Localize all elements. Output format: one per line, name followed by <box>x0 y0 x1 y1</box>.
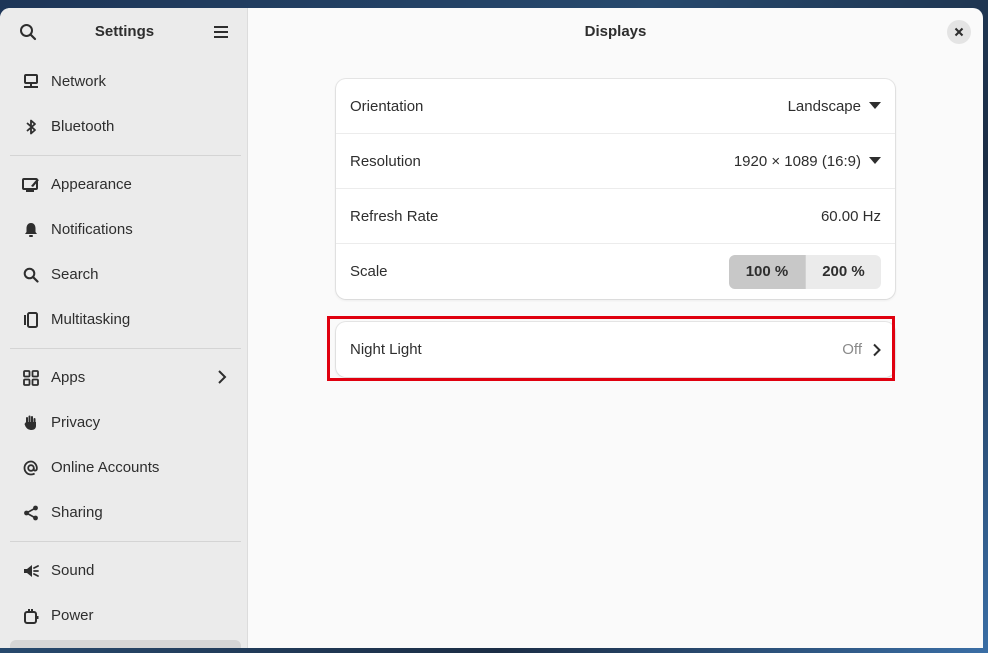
sidebar-item-multitasking[interactable]: Multitasking <box>0 297 247 342</box>
sidebar-item-online-accounts[interactable]: Online Accounts <box>0 445 247 490</box>
sidebar-item-label: Search <box>51 266 99 283</box>
multitasking-icon <box>22 311 40 329</box>
sidebar-item-power[interactable]: Power <box>0 593 247 638</box>
sidebar-separator <box>10 541 241 542</box>
dropdown-arrow-icon <box>869 102 881 109</box>
scale-row: Scale 100 % 200 % <box>336 244 895 299</box>
close-icon <box>954 27 964 37</box>
search-button[interactable] <box>16 20 40 44</box>
sidebar-item-search[interactable]: Search <box>0 252 247 297</box>
network-icon <box>22 73 40 91</box>
sidebar-item-label: Sound <box>51 562 95 579</box>
night-light-status: Off <box>842 341 881 358</box>
at-sign-icon <box>22 459 40 477</box>
search-icon <box>22 266 40 284</box>
settings-window: Settings Network Bluetooth Appearance No… <box>0 8 983 648</box>
sidebar-separator <box>10 155 241 156</box>
sidebar-item-bluetooth[interactable]: Bluetooth <box>0 104 247 149</box>
sidebar-item-apps[interactable]: Apps <box>0 355 247 400</box>
night-light-label: Night Light <box>350 341 422 358</box>
chevron-right-icon <box>217 369 227 389</box>
apps-grid-icon <box>22 369 40 387</box>
refresh-rate-label: Refresh Rate <box>350 207 439 225</box>
resolution-dropdown[interactable]: 1920 × 1089 (16:9) <box>734 153 881 170</box>
resolution-row[interactable]: Resolution 1920 × 1089 (16:9) <box>336 134 895 189</box>
sidebar-title: Settings <box>94 23 155 40</box>
scale-label: Scale <box>350 263 388 280</box>
speaker-icon <box>22 562 40 580</box>
orientation-dropdown[interactable]: Landscape <box>788 98 881 115</box>
display-settings-card: Orientation Landscape Resolution 1920 × … <box>336 79 895 299</box>
nav-group-connectivity: Network Bluetooth <box>0 55 247 149</box>
bell-icon <box>22 221 40 239</box>
sidebar-header: Settings <box>0 8 247 55</box>
sidebar-item-label: Privacy <box>51 414 101 431</box>
night-light-card: Night Light Off <box>336 322 895 377</box>
page-title: Displays <box>584 23 647 40</box>
power-plug-icon <box>22 607 40 625</box>
resolution-value: 1920 × 1089 (16:9) <box>733 152 861 170</box>
refresh-rate-row: Refresh Rate 60.00 Hz <box>336 189 895 244</box>
sidebar-item-label: Multitasking <box>51 311 131 328</box>
sidebar: Settings Network Bluetooth Appearance No… <box>0 8 248 648</box>
sidebar-item-label: Online Accounts <box>51 459 160 476</box>
search-icon <box>20 23 37 40</box>
main-header: Displays <box>248 8 983 55</box>
dropdown-arrow-icon <box>869 157 881 164</box>
scale-100-button[interactable]: 100 % <box>729 254 805 289</box>
sidebar-separator <box>10 348 241 349</box>
sidebar-item-sound[interactable]: Sound <box>0 548 247 593</box>
sidebar-item-label: Notifications <box>51 221 133 238</box>
hamburger-menu-icon <box>214 25 228 38</box>
sidebar-item-sharing[interactable]: Sharing <box>0 490 247 535</box>
orientation-label: Orientation <box>350 97 424 115</box>
sidebar-item-label: Power <box>51 607 94 624</box>
sidebar-item-privacy[interactable]: Privacy <box>0 400 247 445</box>
close-button[interactable] <box>947 20 971 44</box>
sidebar-item-appearance[interactable]: Appearance <box>0 162 247 207</box>
resolution-label: Resolution <box>350 152 421 170</box>
main-menu-button[interactable] <box>209 20 233 44</box>
nav-group-hardware: Sound Power <box>0 548 247 638</box>
sidebar-item-selected-partial[interactable] <box>10 640 241 648</box>
refresh-rate-value: 60.00 Hz <box>820 207 881 225</box>
night-light-value: Off <box>842 341 862 358</box>
appearance-icon <box>22 176 40 194</box>
hand-icon <box>22 414 40 432</box>
share-icon <box>22 504 40 522</box>
sidebar-item-label: Network <box>51 73 107 90</box>
sidebar-item-notifications[interactable]: Notifications <box>0 207 247 252</box>
chevron-right-icon <box>873 343 881 356</box>
orientation-row[interactable]: Orientation Landscape <box>336 79 895 134</box>
sidebar-item-label: Appearance <box>51 176 132 193</box>
nav-group-desktop: Appearance Notifications Search Multitas… <box>0 162 247 342</box>
sidebar-item-label: Sharing <box>51 504 103 521</box>
nav-group-apps: Apps Privacy Online Accounts Sharing <box>0 355 247 535</box>
scale-200-button[interactable]: 200 % <box>805 254 881 289</box>
scale-toggle-group: 100 % 200 % <box>729 254 881 289</box>
orientation-value: Landscape <box>787 97 861 115</box>
sidebar-item-network[interactable]: Network <box>0 59 247 104</box>
night-light-row[interactable]: Night Light Off <box>336 322 895 377</box>
sidebar-item-label: Bluetooth <box>51 118 115 135</box>
bluetooth-icon <box>22 118 40 136</box>
sidebar-item-label: Apps <box>51 369 86 386</box>
main-panel: Displays Orientation Landscape Resolutio… <box>248 8 983 648</box>
